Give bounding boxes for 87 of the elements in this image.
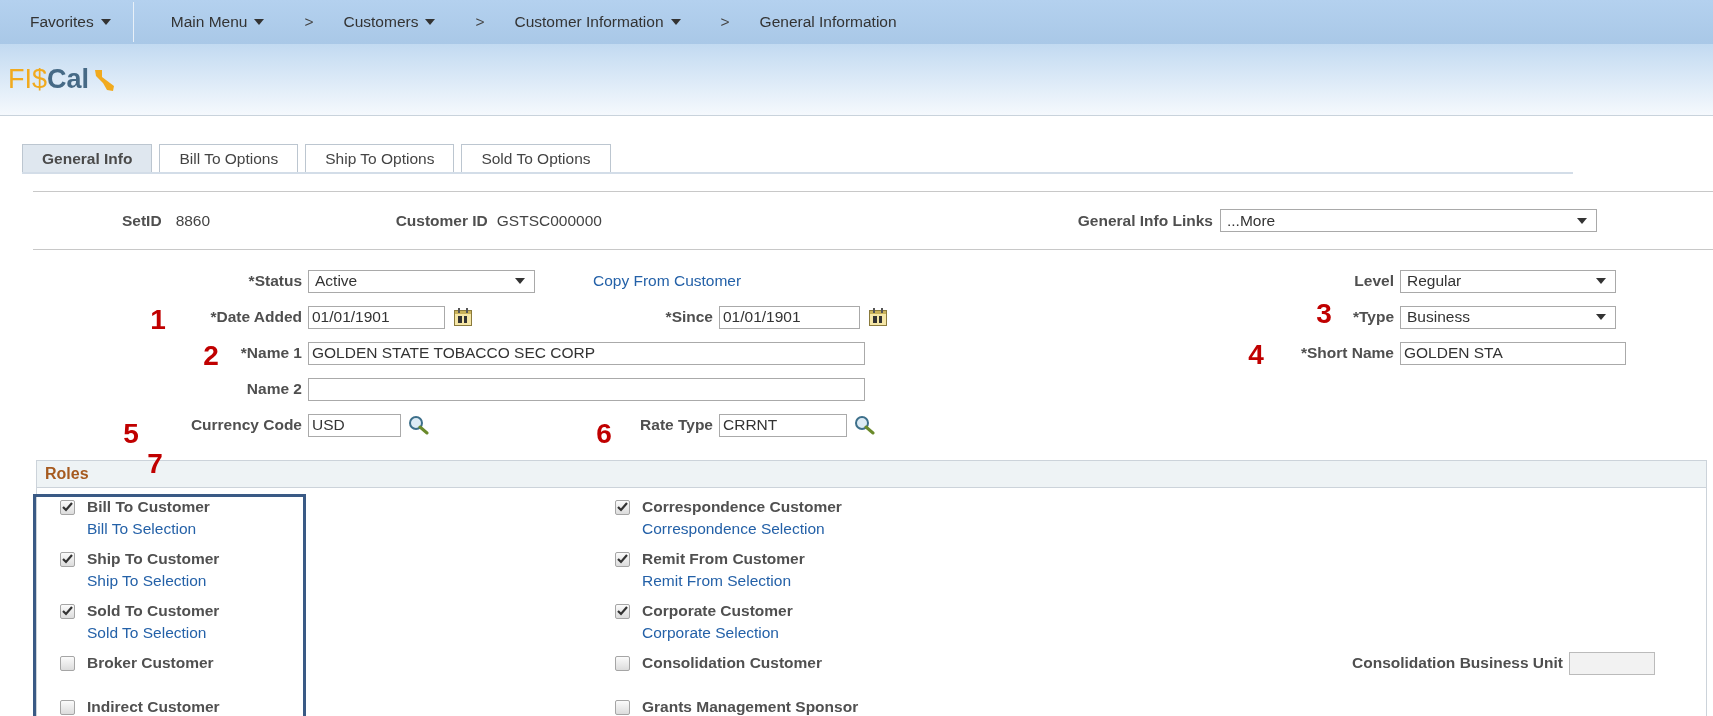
menu-item[interactable]: Customer Information	[514, 10, 681, 34]
annotation-number: 2	[203, 342, 219, 370]
calendar-icon[interactable]	[453, 307, 473, 327]
checkbox-label: Broker Customer	[87, 653, 214, 674]
checkbox[interactable]	[615, 603, 630, 619]
menu-item[interactable]: Customers	[343, 10, 436, 34]
input-field[interactable]: GOLDEN STATE TOBACCO SEC CORP	[308, 341, 865, 365]
checkbox[interactable]	[60, 499, 75, 515]
field-value: 8860	[175, 210, 212, 231]
field-label: SetID	[122, 210, 162, 231]
checkbox-label: Grants Management Sponsor	[642, 697, 859, 716]
field-label: Level	[1354, 271, 1394, 292]
calendar-icon[interactable]	[868, 307, 888, 327]
checkbox-label: Bill To Customer	[87, 497, 210, 518]
search-icon[interactable]	[407, 415, 429, 435]
checkbox[interactable]	[615, 699, 630, 715]
tab[interactable]: General Info	[22, 144, 153, 172]
field-label: *Status	[248, 271, 302, 292]
field-value: GSTSC000000	[496, 210, 603, 231]
field-label: *Short Name	[1300, 343, 1394, 364]
caret-icon	[670, 19, 681, 25]
field-label: Consolidation Business Unit	[1352, 653, 1563, 674]
dropdown[interactable]: Business	[1400, 305, 1616, 329]
tab[interactable]: Sold To Options	[461, 144, 611, 172]
checkbox-label: Corporate Customer	[642, 601, 793, 622]
breadcrumb-separator: >	[304, 12, 314, 33]
dropdown-caret-icon	[1596, 278, 1606, 284]
field-label: Currency Code	[190, 415, 302, 436]
checkbox[interactable]	[60, 699, 75, 715]
checkbox[interactable]	[615, 551, 630, 567]
caret-icon	[100, 19, 111, 25]
annotation-number: 1	[150, 306, 166, 334]
input-field[interactable]: USD	[308, 413, 401, 437]
field-label: *Name 1	[240, 343, 302, 364]
field-label: Name 2	[246, 379, 302, 400]
checkbox-label: Indirect Customer	[87, 697, 220, 716]
selection-link[interactable]: Corporate Selection	[642, 623, 779, 643]
input-field[interactable]	[308, 377, 865, 401]
tab[interactable]: Ship To Options	[305, 144, 455, 172]
selection-link[interactable]: Remit From Selection	[642, 571, 791, 591]
input-field[interactable]: CRRNT	[719, 413, 847, 437]
checkbox[interactable]	[615, 655, 630, 671]
tab[interactable]: Bill To Options	[159, 144, 299, 172]
field-label: *Since	[665, 307, 713, 328]
selection-link[interactable]: Bill To Selection	[87, 519, 197, 539]
field-label: *Type	[1352, 307, 1394, 328]
checkbox[interactable]	[615, 499, 630, 515]
selection-link[interactable]: Ship To Selection	[87, 571, 207, 591]
search-icon[interactable]	[853, 415, 875, 435]
field-label: General Info Links	[1077, 210, 1213, 231]
date-field[interactable]: 01/01/1901	[719, 305, 860, 329]
caret-icon	[425, 19, 436, 25]
logo: FI$Cal	[8, 66, 90, 93]
annotation-number: 6	[596, 420, 612, 448]
checkbox-label: Ship To Customer	[87, 549, 220, 570]
menu-item[interactable]: Favorites	[30, 10, 111, 34]
date-field[interactable]: 01/01/1901	[308, 305, 445, 329]
checkbox[interactable]	[60, 655, 75, 671]
field-label: Rate Type	[640, 415, 713, 436]
breadcrumb-separator: >	[720, 12, 730, 33]
dropdown[interactable]: Active	[308, 269, 535, 293]
annotation-number: 5	[123, 420, 139, 448]
checkbox-label: Correspondence Customer	[642, 497, 842, 518]
menu-item[interactable]: Main Menu	[170, 10, 265, 34]
field-label: *Date Added	[210, 307, 302, 328]
dropdown-caret-icon	[1596, 314, 1606, 320]
breadcrumb-separator: >	[475, 12, 485, 33]
annotation-number: 7	[147, 450, 163, 478]
selection-link[interactable]: Correspondence Selection	[642, 519, 825, 539]
copy-link[interactable]: Copy From Customer	[593, 269, 742, 293]
dropdown-caret-icon	[515, 278, 525, 284]
input-field[interactable]: GOLDEN STA	[1400, 341, 1626, 365]
checkbox-label: Remit From Customer	[642, 549, 805, 570]
checkbox[interactable]	[60, 603, 75, 619]
dropdown[interactable]: Regular	[1400, 269, 1616, 293]
field-label: Customer ID	[395, 210, 488, 231]
annotation-number: 3	[1316, 300, 1332, 328]
dropdown-caret-icon	[1577, 217, 1587, 224]
breadcrumb-current: General Information	[759, 12, 897, 33]
checkbox-label: Sold To Customer	[87, 601, 220, 622]
links-dropdown[interactable]: ...More	[1220, 209, 1597, 232]
selection-link[interactable]: Sold To Selection	[87, 623, 207, 643]
checkbox-label: Consolidation Customer	[642, 653, 822, 674]
caret-icon	[254, 19, 265, 25]
annotation-number: 4	[1248, 341, 1264, 369]
checkbox[interactable]	[60, 551, 75, 567]
section-title: Roles	[45, 464, 89, 484]
